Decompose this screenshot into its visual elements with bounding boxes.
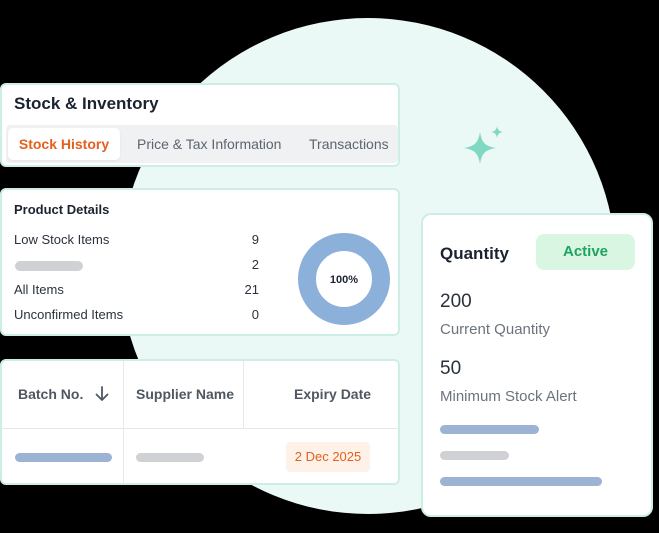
list-item: Low Stock Items 9 (14, 232, 259, 250)
quantity-title: Quantity (440, 244, 509, 263)
placeholder-bar (440, 477, 602, 486)
row-value: 9 (251, 232, 259, 247)
expiry-date-badge: 2 Dec 2025 (286, 442, 370, 472)
current-quantity-label: Current Quantity (440, 321, 551, 338)
placeholder-bar (15, 453, 112, 462)
batch-table-card: Batch No. Supplier Name Expiry Date 2 De… (0, 359, 400, 485)
list-item: 2 (14, 257, 259, 275)
current-quantity-value: 200 (440, 291, 472, 312)
column-header-expiry-date[interactable]: Expiry Date (294, 361, 371, 428)
tab-bar: Stock History Price & Tax Information Tr… (6, 125, 398, 163)
status-badge: Active (536, 234, 635, 270)
sparkle-icon (464, 126, 503, 164)
stock-inventory-card: Stock & Inventory Stock History Price & … (0, 83, 400, 167)
product-details-title: Product Details (14, 202, 110, 217)
row-value: 2 (251, 257, 259, 272)
list-item: Unconfirmed Items 0 (14, 307, 259, 325)
row-value: 21 (244, 282, 259, 297)
column-divider (243, 361, 244, 428)
placeholder-bar (136, 453, 204, 462)
column-header-batch-no[interactable]: Batch No. (18, 361, 109, 428)
row-value: 0 (251, 307, 259, 322)
row-label: All Items (14, 282, 64, 297)
quantity-card: Quantity Active 200 Current Quantity 50 … (421, 213, 653, 517)
row-label: Low Stock Items (14, 232, 110, 247)
column-header-supplier-name[interactable]: Supplier Name (136, 361, 234, 428)
donut-label: 100% (330, 274, 358, 286)
placeholder-bar (440, 451, 509, 460)
stock-inventory-title: Stock & Inventory (14, 94, 159, 113)
minimum-stock-label: Minimum Stock Alert (440, 388, 577, 405)
minimum-stock-value: 50 (440, 358, 462, 379)
column-header-label: Batch No. (18, 386, 84, 402)
tab-price-tax-information[interactable]: Price & Tax Information (137, 128, 281, 160)
product-details-card: Product Details Low Stock Items 9 2 All … (0, 188, 400, 336)
header-divider (2, 428, 398, 429)
placeholder-bar (440, 425, 539, 434)
tab-transactions[interactable]: Transactions (309, 128, 389, 160)
column-divider (123, 361, 124, 483)
arrow-down-icon[interactable] (95, 386, 109, 402)
placeholder-bar (15, 261, 83, 271)
tab-stock-history[interactable]: Stock History (8, 128, 120, 160)
row-label: Unconfirmed Items (14, 307, 124, 322)
list-item: All Items 21 (14, 282, 259, 300)
donut-chart: 100% (298, 233, 390, 325)
